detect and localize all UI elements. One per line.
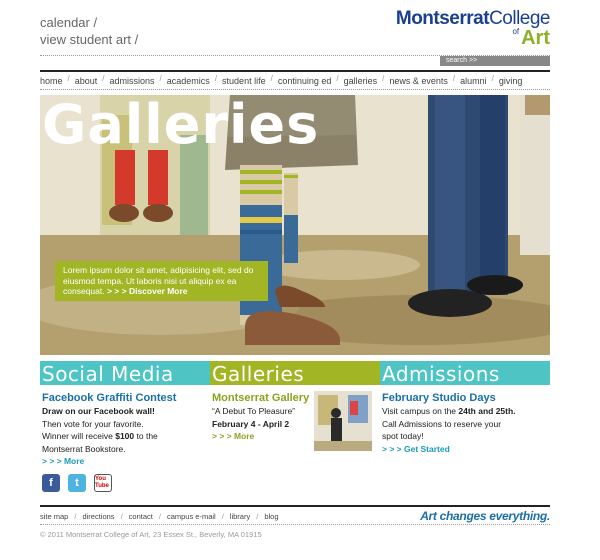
nav-item-separator: /	[491, 74, 494, 83]
footer-link-separator: /	[256, 512, 259, 521]
social-line4: Montserrat Bookstore.	[42, 443, 126, 454]
nav-bottom-rule	[40, 89, 550, 90]
nav-item-separator: /	[102, 74, 105, 83]
nav-item-separator: /	[382, 74, 385, 83]
view-student-art-link[interactable]: view student art /	[40, 31, 138, 48]
footer-link-site-map[interactable]: site map	[40, 512, 68, 521]
galleries-band: Galleries	[210, 361, 380, 386]
social-line3-post: to the	[134, 431, 158, 441]
nav-item-academics[interactable]: academics	[167, 74, 215, 88]
admissions-line3: spot today!	[382, 431, 424, 441]
nav-item-separator: /	[270, 74, 273, 83]
social-media-column: Facebook Graffiti Contest Draw on our Fa…	[42, 391, 207, 468]
social-icons: f t You Tube	[42, 474, 112, 492]
college-logo[interactable]: MontserratCollege of Art	[394, 8, 551, 49]
footer-link-campus-e-mail[interactable]: campus e-mail	[167, 512, 216, 521]
gallery-more-link[interactable]: > > > More	[212, 431, 254, 441]
social-line2: Then vote for your favorite.	[42, 418, 144, 429]
footer-rule	[40, 505, 550, 507]
admissions-dates: 24th and 25th.	[458, 406, 516, 416]
admissions-column: February Studio Days Visit campus on the…	[382, 391, 547, 455]
admissions-line2: Call Admissions to reserve your	[382, 418, 502, 429]
social-line3-pre: Winner will receive	[42, 431, 116, 441]
footer-link-separator: /	[120, 512, 123, 521]
nav-item-news-events[interactable]: news & events	[389, 74, 453, 88]
footer-dotted-rule	[40, 524, 550, 525]
tagline: Art changes everything.	[420, 509, 550, 523]
footer-nav: site map / directions / contact / campus e-mai…	[40, 512, 285, 521]
nav-item-admissions[interactable]: admissions	[110, 74, 160, 88]
gallery-subtitle: “A Debut To Pleasure”	[212, 406, 295, 416]
copyright: © 2011 Montserrat College of Art, 23 Ess…	[40, 530, 262, 539]
logo-of: of	[512, 27, 520, 36]
logo-college: College	[489, 8, 550, 29]
search-button[interactable]: search >>	[440, 56, 550, 66]
nav-item-about[interactable]: about	[75, 74, 103, 88]
facebook-icon[interactable]: f	[42, 474, 60, 492]
admissions-line1-pre: Visit campus on the	[382, 406, 459, 416]
calendar-link[interactable]: calendar /	[40, 14, 138, 31]
footer-link-library[interactable]: library	[230, 512, 250, 521]
galleries-column: Montserrat Gallery “A Debut To Pleasure”…	[212, 391, 310, 443]
gallery-thumbnail[interactable]	[314, 391, 372, 451]
discover-more-link[interactable]: > > > Discover More	[107, 286, 188, 296]
admissions-band: Admissions	[380, 361, 550, 386]
top-links: calendar / view student art /	[40, 14, 138, 48]
footer-link-blog[interactable]: blog	[264, 512, 278, 521]
footer-link-separator: /	[221, 512, 224, 521]
nav-item-alumni[interactable]: alumni	[460, 74, 492, 88]
footer-link-separator: /	[158, 512, 161, 521]
hero-title: Galleries	[42, 95, 320, 156]
nav-item-separator: /	[159, 74, 162, 83]
nav-item-separator: /	[452, 74, 456, 83]
hero-banner: Galleries Lorem ipsum dolor sit amet, ad…	[40, 95, 550, 355]
social-prize: $100	[115, 431, 135, 441]
social-media-band: Social Media	[40, 361, 210, 386]
nav-item-student-life[interactable]: student life	[222, 74, 271, 88]
gallery-heading[interactable]: Montserrat Gallery	[212, 391, 310, 405]
footer-link-contact[interactable]: contact	[129, 512, 153, 521]
nav-item-home[interactable]: home	[40, 74, 68, 88]
nav-item-separator: /	[336, 74, 339, 83]
nav-item-giving[interactable]: giving	[499, 74, 528, 88]
gallery-dates: February 4 - April 2	[212, 418, 290, 429]
hero-caption-box: Lorem ipsum dolor sit amet, adipisicing …	[55, 261, 268, 301]
footer-link-directions[interactable]: directions	[82, 512, 114, 521]
nav-item-separator: /	[214, 74, 218, 83]
nav-item-galleries[interactable]: galleries	[344, 74, 383, 88]
main-nav: home / about / admissions / academics / student …	[40, 74, 550, 88]
twitter-icon[interactable]: t	[68, 474, 86, 492]
logo-montserrat: Montserrat	[395, 8, 490, 29]
youtube-icon[interactable]: You Tube	[94, 474, 112, 492]
social-bold-line: Draw on our Facebook wall!	[42, 406, 155, 416]
feature-columns: Social Media Galleries Admissions Facebo…	[40, 361, 550, 501]
nav-top-rule	[40, 70, 550, 72]
footer-link-separator: /	[74, 512, 77, 521]
social-heading[interactable]: Facebook Graffiti Contest	[42, 391, 207, 405]
nav-item-continuing-ed[interactable]: continuing ed	[278, 74, 337, 88]
social-more-link[interactable]: > > > More	[42, 456, 84, 466]
get-started-link[interactable]: > > > Get Started	[382, 444, 450, 454]
logo-art: Art	[521, 27, 550, 49]
admissions-heading[interactable]: February Studio Days	[382, 391, 547, 405]
nav-item-separator: /	[67, 74, 70, 83]
